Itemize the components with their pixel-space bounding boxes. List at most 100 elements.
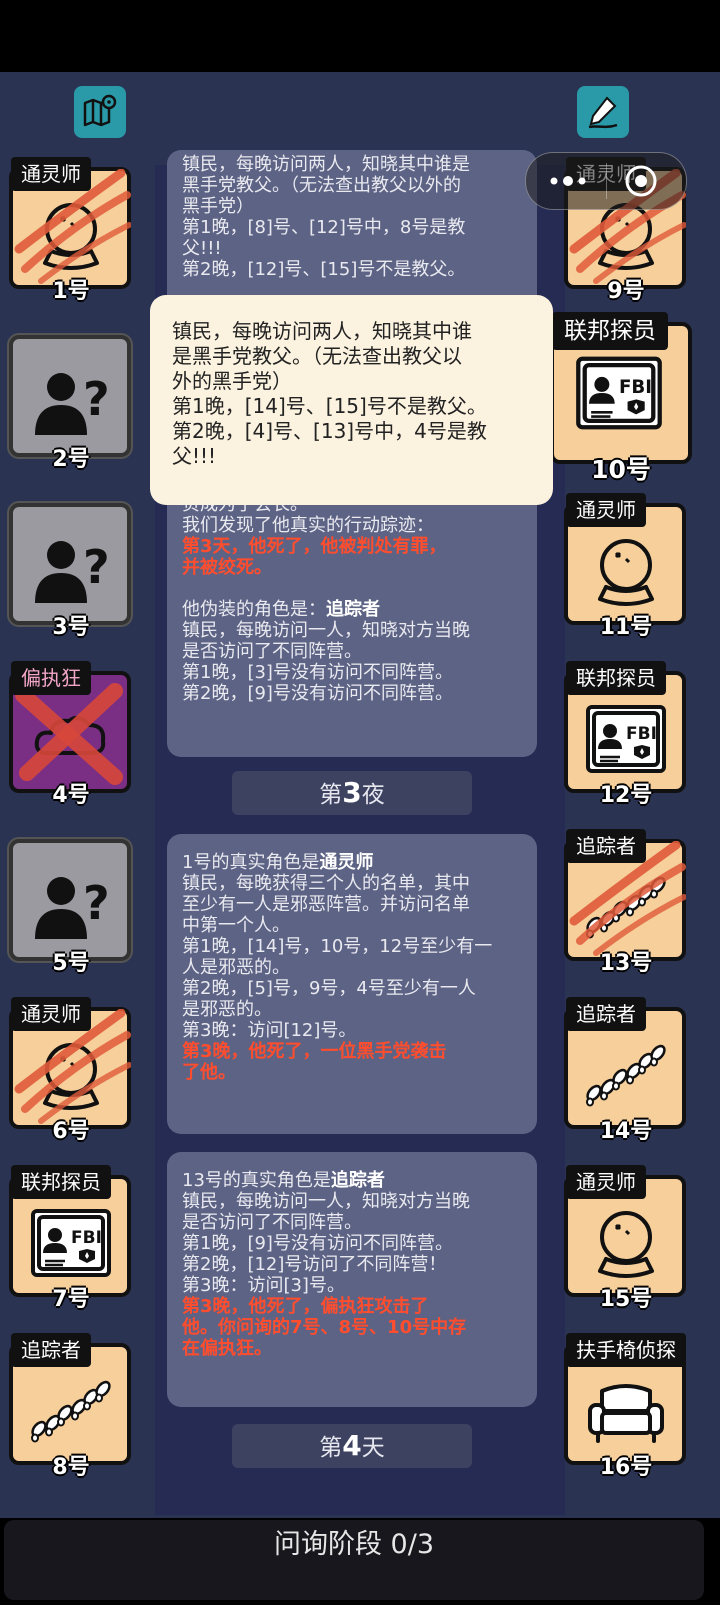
player-number: 3号 <box>52 615 90 640</box>
status-bar <box>0 0 720 72</box>
role-label: 追踪者 <box>566 829 646 863</box>
role-label: 追踪者 <box>11 1333 91 1367</box>
more-dots-icon[interactable] <box>548 167 588 195</box>
popup-line: 外的黑手党） <box>172 369 292 393</box>
target-close-icon[interactable] <box>623 163 659 199</box>
day-4-header: 第4天 <box>232 1424 472 1468</box>
mini-program-capsule <box>525 152 687 210</box>
svg-text:?: ? <box>83 372 110 426</box>
unknown-person-icon: ? <box>29 529 113 613</box>
player-number: 13号 <box>599 951 653 976</box>
log-panel-3: 1号的真实角色是通灵师 镇民，每晚获得三个人的名单，其中 至少有一人是邪恶阵营。… <box>167 834 537 1134</box>
player-card-right-6[interactable]: 追踪者 14号 <box>562 997 694 1144</box>
reveal-line: 13号的真实角色是追踪者 <box>182 1170 385 1191</box>
popup-line: 第1晚，[14]号、[15]号不是教父。 <box>172 394 487 418</box>
player-card-left-7[interactable]: FBI 联邦探员 7号 <box>7 1165 139 1312</box>
role-label: 通灵师 <box>566 493 646 527</box>
map-pin-icon[interactable] <box>74 86 126 138</box>
log-line: 第1晚，[8]号、[12]号中，8号是教 <box>182 217 466 238</box>
log-line: 是否访问了不同阵营。 <box>182 641 362 662</box>
log-line: 镇民，每晚访问一人，知晓对方当晚 <box>182 1191 470 1212</box>
player-card-left-5[interactable]: ? 5号 <box>7 837 139 976</box>
player-number: 8号 <box>52 1455 90 1480</box>
popup-line: 父!!! <box>172 444 217 468</box>
player-card-left-1[interactable]: 通灵师 1号 <box>7 157 139 304</box>
reveal-line: 1号的真实角色是通灵师 <box>182 852 374 873</box>
svg-text:FBI: FBI <box>626 724 657 744</box>
role-info-popup[interactable]: 镇民，每晚访问两人，知晓其中谁 是黑手党教父。（无法查出教父以 外的黑手党） 第… <box>150 295 553 505</box>
log-line: 第1晚，[9]号没有访问不同阵营。 <box>182 1233 453 1254</box>
unknown-person-icon: ? <box>29 865 113 949</box>
player-number: 12号 <box>599 783 653 808</box>
log-panel-2: 负成为了会长。 我们发现了他真实的行动踪迹： 第3天，他死了，他被判处有罪， 并… <box>167 470 537 757</box>
role-label: 通灵师 <box>11 997 91 1031</box>
log-line: 人是邪恶的。 <box>182 957 290 978</box>
role-label: 联邦探员 <box>552 312 668 350</box>
player-number: 16号 <box>599 1455 653 1480</box>
svg-text:FBI: FBI <box>619 377 652 398</box>
popup-line: 第2晚，[4]号、[13]号中，4号是教 <box>172 419 487 443</box>
log-line: 第1晚，[14]号，10号，12号至少有一 <box>182 936 493 957</box>
player-number: 9号 <box>607 279 645 304</box>
death-line: 在偏执狂。 <box>182 1338 272 1359</box>
role-label: 扶手椅侦探 <box>566 1333 686 1367</box>
popup-line: 是黑手党教父。（无法查出教父以 <box>172 344 462 368</box>
crystal-ball-icon <box>584 529 668 613</box>
svg-text:FBI: FBI <box>71 1228 102 1248</box>
player-card-right-7[interactable]: 通灵师 15号 <box>562 1165 694 1312</box>
log-line: 镇民，每晚访问一人，知晓对方当晚 <box>182 620 470 641</box>
player-card-left-6[interactable]: 通灵师 6号 <box>7 997 139 1144</box>
death-line: 他。你问询的7号、8号、10号中存 <box>182 1317 467 1338</box>
player-card-right-4[interactable]: FBI 联邦探员 12号 <box>562 661 694 808</box>
log-line: 第2晚，[9]号没有访问不同阵营。 <box>182 683 453 704</box>
fbi-badge-icon: FBI <box>574 348 664 438</box>
log-line: 第3晚：访问[3]号。 <box>182 1275 345 1296</box>
death-line: 第3天，他死了，他被判处有罪， <box>182 536 447 557</box>
log-line: 父!!! <box>182 238 222 259</box>
log-line: 黑手党教父。（无法查出教父以外的 <box>182 175 461 196</box>
player-card-right-2[interactable]: FBI 联邦探员 10号 <box>548 312 698 484</box>
log-line: 第2晚，[5]号，9号，4号至少有一人 <box>182 978 476 999</box>
log-panel-1: 镇民，每晚访问两人，知晓其中谁是 黑手党教父。（无法查出教父以外的 黑手党） 第… <box>167 150 537 310</box>
log-line: 至少有一人是邪恶阵营。并访问名单 <box>182 894 470 915</box>
crystal-ball-icon <box>584 1201 668 1285</box>
log-line: 是邪恶的。 <box>182 999 272 1020</box>
log-line: 第3晚：访问[12]号。 <box>182 1020 357 1041</box>
player-card-left-2[interactable]: ? 2号 <box>7 333 139 472</box>
disguise-line: 他伪装的角色是：追踪者 <box>182 599 380 620</box>
unknown-person-icon: ? <box>29 361 113 445</box>
player-number: 1号 <box>52 279 90 304</box>
night-3-header: 第3夜 <box>232 771 472 815</box>
bottom-phase-bar: 问询阶段 0/3 <box>0 1518 720 1605</box>
player-card-left-8[interactable]: 追踪者 8号 <box>7 1333 139 1480</box>
log-line: 镇民，每晚访问两人，知晓其中谁是 <box>182 154 470 175</box>
player-card-left-3[interactable]: ? 3号 <box>7 501 139 640</box>
log-line: 中第一个人。 <box>182 915 290 936</box>
fbi-badge-icon: FBI <box>29 1201 113 1285</box>
svg-text:?: ? <box>83 876 110 930</box>
player-card-left-4[interactable]: 偏执狂 4号 <box>7 661 139 808</box>
log-line: 第1晚，[3]号没有访问不同阵营。 <box>182 662 453 683</box>
player-number: 14号 <box>599 1119 653 1144</box>
player-number: 10号 <box>591 455 651 484</box>
death-line: 了他。 <box>182 1062 236 1083</box>
inquiry-phase-button[interactable]: 问询阶段 0/3 <box>4 1520 704 1600</box>
phase-label: 问询阶段 0/3 <box>273 1529 435 1560</box>
fbi-badge-icon: FBI <box>584 697 668 781</box>
player-card-right-3[interactable]: 通灵师 11号 <box>562 493 694 640</box>
log-line: 是否访问了不同阵营。 <box>182 1212 362 1233</box>
pencil-sign-icon[interactable] <box>577 86 629 138</box>
role-label: 追踪者 <box>566 997 646 1031</box>
player-number: 11号 <box>599 615 653 640</box>
player-number: 6号 <box>52 1119 90 1144</box>
death-line: 第3晚，他死了，偏执狂攻击了 <box>182 1296 429 1317</box>
svg-text:?: ? <box>83 540 110 594</box>
armchair-icon <box>584 1369 668 1453</box>
player-card-right-8[interactable]: 扶手椅侦探 16号 <box>562 1333 694 1480</box>
player-card-right-5[interactable]: 追踪者 13号 <box>562 829 694 976</box>
player-number: 15号 <box>599 1287 653 1312</box>
popup-line: 镇民，每晚访问两人，知晓其中谁 <box>172 319 472 343</box>
log-line: 镇民，每晚获得三个人的名单，其中 <box>182 873 470 894</box>
log-line: 我们发现了他真实的行动踪迹： <box>182 515 434 536</box>
role-label: 联邦探员 <box>11 1165 111 1199</box>
